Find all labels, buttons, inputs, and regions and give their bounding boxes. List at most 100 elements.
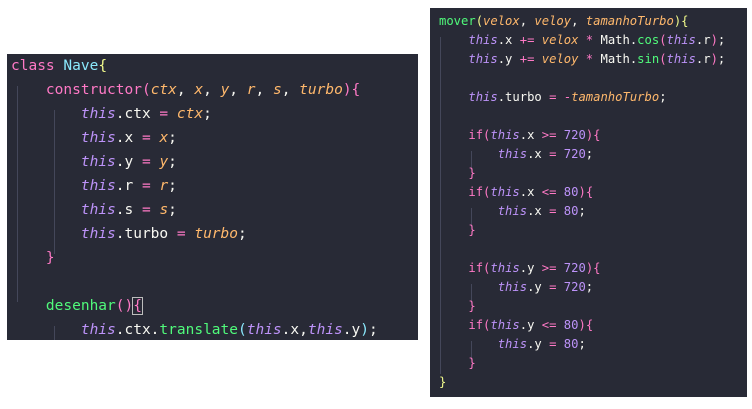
code-line: } [439, 297, 475, 316]
number-token: 80 [563, 185, 579, 199]
parameter-token: ctx [176, 106, 204, 122]
code-text-token: .y [342, 322, 361, 338]
bracket-token: ){ [342, 82, 361, 98]
code-line: } [439, 354, 475, 373]
bracket-token: { [98, 58, 108, 74]
bracket-token: ){ [585, 128, 601, 142]
code-editor-right[interactable]: mover(velox, veloy, tamanhoTurbo){ this.… [430, 8, 747, 397]
code-line: if(this.x <= 80){ [439, 183, 593, 202]
code-text-token: Math. [593, 52, 638, 66]
code-text-token: , [176, 82, 195, 98]
code-line: } [11, 246, 55, 270]
this-keyword-token: this [468, 90, 498, 104]
bracket-token: { [132, 297, 143, 315]
code-text-token: .y [519, 261, 542, 275]
code-line: this.s = s; [11, 198, 177, 222]
operator-token: = [141, 130, 151, 146]
parameter-token: s [159, 202, 169, 218]
this-keyword-token: this [490, 318, 520, 332]
code-line: this.x = x; [11, 126, 177, 150]
bracket-token: ( [659, 33, 667, 47]
code-text-token: ; [168, 154, 177, 170]
code-text-token: ; [578, 204, 586, 218]
code-text-token: .turbo [115, 226, 177, 242]
bracket-token: ( [238, 322, 247, 338]
code-text-token: .ctx [115, 106, 160, 122]
code-line: mover(velox, veloy, tamanhoTurbo){ [439, 12, 689, 31]
operator-token: += [519, 52, 535, 66]
code-text-token: .x [115, 130, 142, 146]
code-line: this.ctx = ctx; [11, 102, 212, 126]
code-text-token: .x [527, 147, 550, 161]
code-line: this.y = 80; [439, 335, 586, 354]
parameter-token: y [220, 82, 230, 98]
code-line: } [439, 164, 476, 183]
code-text-token: .ctx. [115, 322, 160, 338]
code-line: this.turbo = -tamanhoTurbo; [439, 88, 667, 107]
code-line: this.ctx.translate(this.x,this.y); [11, 318, 378, 342]
code-editor-left[interactable]: class Nave{ constructor(ctx, x, y, r, s,… [7, 54, 418, 340]
operator-token: = [141, 202, 151, 218]
bracket-token: ) [710, 33, 718, 47]
code-line: this.x += velox * Math.cos(this.r); [439, 31, 725, 50]
parameter-token: turbo [194, 226, 238, 242]
code-text-token: .x [527, 204, 550, 218]
operator-token: = [159, 106, 169, 122]
operator-token: >= [541, 128, 557, 142]
code-text-token: .y [527, 280, 550, 294]
code-line: class Nave{ [11, 54, 107, 78]
function-name-token: desenhar [45, 298, 116, 314]
code-line: this.x = 80; [439, 202, 586, 221]
code-text-token: ; [659, 90, 667, 104]
code-text-token: .r [115, 178, 142, 194]
code-line: if(this.x >= 720){ [439, 126, 601, 145]
parameter-token: y [159, 154, 169, 170]
code-text-token: , [281, 82, 300, 98]
code-text-token: .x [519, 185, 542, 199]
parameter-token: s [272, 82, 282, 98]
code-line: this.x = 720; [439, 145, 593, 164]
bracket-token: ( [141, 82, 151, 98]
this-keyword-token: this [666, 33, 696, 47]
code-line: this.y = y; [11, 150, 177, 174]
code-text-token: Math. [593, 33, 638, 47]
code-text-token: .y [527, 337, 550, 351]
code-line: this.y = 720; [439, 278, 593, 297]
bracket-token: ) [360, 322, 369, 338]
code-text-token: .turbo [497, 90, 550, 104]
code-text-token: , [255, 82, 273, 98]
bracket-token: ){ [578, 318, 594, 332]
code-text-token: ; [368, 322, 378, 338]
bracket-token: } [468, 166, 476, 180]
code-text-token: , [571, 14, 586, 28]
code-text-token: ; [238, 226, 247, 242]
bracket-token: ){ [673, 14, 689, 28]
code-text-token: ; [717, 33, 726, 47]
code-text-token: ; [585, 280, 594, 294]
parameter-token: velox [541, 33, 579, 47]
code-text-token: .x, [281, 322, 308, 338]
code-text-token: , [519, 14, 535, 28]
this-keyword-token: this [80, 106, 116, 122]
code-text-token: ; [578, 337, 586, 351]
operator-token: = [176, 226, 186, 242]
this-keyword-token: this [468, 52, 498, 66]
